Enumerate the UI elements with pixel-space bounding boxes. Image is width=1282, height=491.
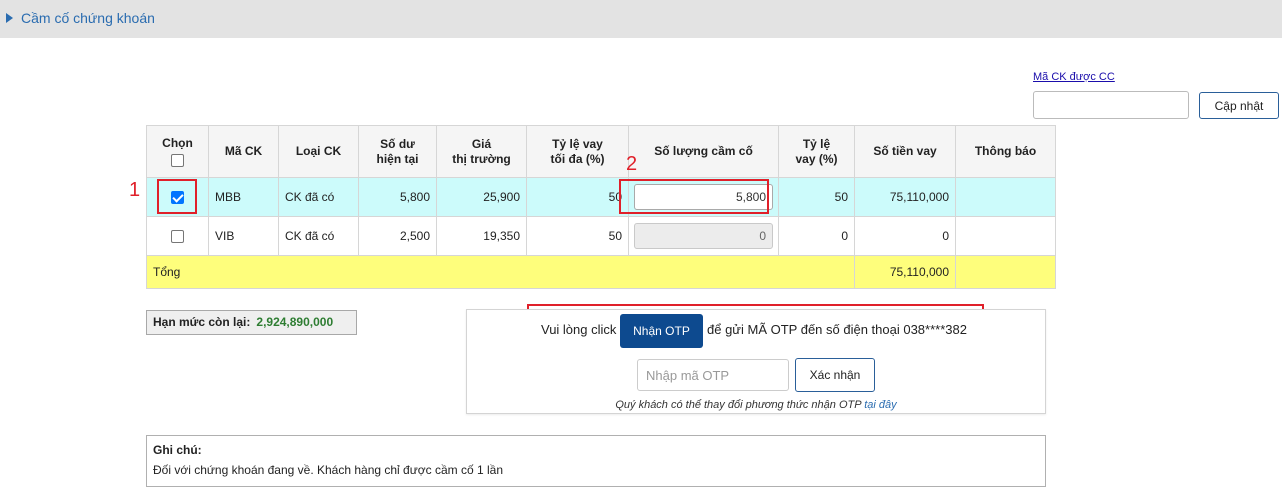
table-header-row: Chọn Mã CK Loại CK Số dư hiện tại Giá thị … — [146, 125, 1056, 178]
table-row[interactable]: VIB CK đã có 2,500 19,350 50 0 0 0 — [146, 216, 1056, 256]
expand-triangle-icon[interactable] — [6, 13, 13, 23]
total-amount: 75,110,000 — [854, 255, 956, 289]
highlight-box-checkbox — [157, 179, 197, 214]
loan-amount: 0 — [854, 216, 956, 256]
note-box: Ghi chú: Đối với chứng khoán đang về. Kh… — [146, 435, 1046, 487]
col-header-loan-ratio: Tỷ lệ vay (%) — [778, 125, 855, 178]
note-text: Đối với chứng khoán đang về. Khách hàng … — [153, 463, 504, 477]
current-balance: 2,500 — [358, 216, 437, 256]
confirm-otp-button[interactable]: Xác nhận — [795, 358, 875, 392]
refresh-button[interactable]: Cập nhật — [1199, 92, 1279, 119]
stock-code: VIB — [208, 216, 279, 256]
col-header-market-price: Giá thị trường — [436, 125, 527, 178]
col-header-type: Loại CK — [278, 125, 359, 178]
total-message — [955, 255, 1056, 289]
market-price: 19,350 — [436, 216, 527, 256]
max-loan-ratio: 50 — [526, 216, 629, 256]
otp-suffix-text: để gửi MÃ OTP đến số điện thoại 038****3… — [707, 322, 967, 337]
stock-type: CK đã có — [278, 177, 359, 217]
otp-method-note: Quý khách có thể thay đổi phương thức nh… — [466, 399, 1046, 411]
col-header-pledge-qty: Số lượng cầm cố — [628, 125, 779, 178]
col-header-code: Mã CK — [208, 125, 279, 178]
total-label: Tổng — [146, 255, 855, 289]
remaining-limit-value: 2,924,890,000 — [256, 315, 334, 329]
marker-2: 2 — [626, 153, 638, 175]
section-title[interactable]: Cầm cố chứng khoán — [21, 10, 155, 26]
section-header[interactable]: Cầm cố chứng khoán — [0, 0, 1282, 38]
col-header-max-ratio: Tỷ lệ vay tối đa (%) — [526, 125, 629, 178]
col-header-balance: Số dư hiện tại — [358, 125, 437, 178]
select-cell[interactable] — [146, 216, 209, 256]
note-title: Ghi chú: — [153, 443, 202, 457]
remaining-limit-label: Hạn mức còn lại: — [153, 315, 251, 329]
loan-ratio: 0 — [778, 216, 855, 256]
pledge-table: Chọn Mã CK Loại CK Số dư hiện tại Giá thị … — [146, 125, 1056, 289]
table-row[interactable]: MBB CK đã có 5,800 25,900 50 5,800 50 75… — [146, 177, 1056, 217]
remaining-limit-box: Hạn mức còn lại: 2,924,890,000 — [146, 310, 357, 335]
loan-amount: 75,110,000 — [854, 177, 956, 217]
pledge-qty-cell: 0 — [628, 216, 779, 256]
market-price: 25,900 — [436, 177, 527, 217]
current-balance: 5,800 — [358, 177, 437, 217]
message — [955, 177, 1056, 217]
select-all-checkbox[interactable] — [171, 154, 184, 167]
marker-1: 1 — [129, 179, 141, 201]
otp-method-link[interactable]: tại đây — [864, 399, 896, 411]
col-header-select: Chọn — [146, 125, 209, 178]
row-checkbox-vib[interactable] — [171, 230, 184, 244]
eligible-stock-link[interactable]: Mã CK được CC — [1033, 71, 1115, 83]
pledge-qty-input-vib: 0 — [634, 223, 773, 249]
highlight-box-qty — [619, 179, 769, 214]
col-header-loan-amount: Số tiền vay — [854, 125, 956, 178]
col-header-select-label: Chọn — [162, 136, 193, 150]
otp-prefix-text: Vui lòng click — [541, 322, 617, 337]
col-header-message: Thông báo — [955, 125, 1056, 178]
otp-method-note-text: Quý khách có thể thay đổi phương thức nh… — [615, 399, 862, 411]
get-otp-button[interactable]: Nhận OTP — [620, 314, 703, 348]
stock-type: CK đã có — [278, 216, 359, 256]
eligible-stock-input[interactable] — [1033, 91, 1189, 119]
otp-code-input[interactable] — [637, 359, 789, 391]
max-loan-ratio: 50 — [526, 177, 629, 217]
message — [955, 216, 1056, 256]
loan-ratio: 50 — [778, 177, 855, 217]
total-row: Tổng 75,110,000 — [146, 255, 1056, 289]
stock-code: MBB — [208, 177, 279, 217]
